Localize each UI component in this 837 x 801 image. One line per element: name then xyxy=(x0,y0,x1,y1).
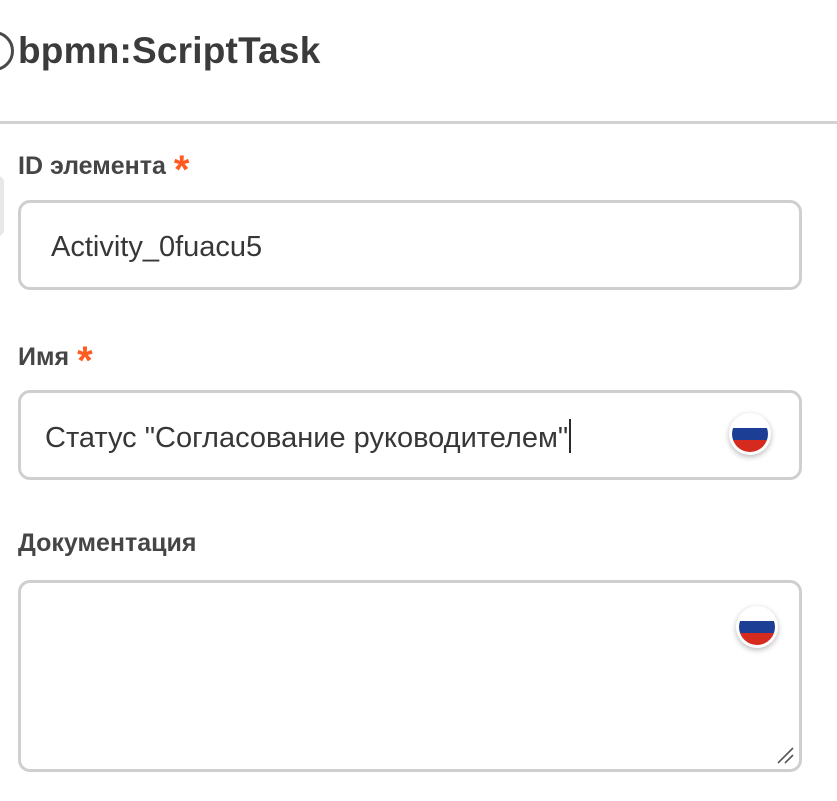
documentation-textarea[interactable] xyxy=(18,580,802,772)
resize-handle-icon[interactable] xyxy=(775,745,795,765)
documentation-language-button[interactable] xyxy=(736,606,778,648)
header-divider xyxy=(0,121,837,124)
name-label-text: Имя xyxy=(18,343,70,371)
documentation-label: Документация xyxy=(18,529,197,557)
name-value-text: Статус "Согласование руководителем" xyxy=(45,422,569,454)
panel-edge-tab xyxy=(0,176,4,236)
properties-header: bpmn:ScriptTask xyxy=(0,0,837,121)
name-language-button[interactable] xyxy=(729,413,771,455)
element-id-input[interactable]: Activity_0fuacu5 xyxy=(18,200,802,290)
russia-flag-icon xyxy=(732,416,768,452)
text-caret xyxy=(569,419,572,453)
name-label: Имя * xyxy=(18,337,93,381)
name-value: Статус "Согласование руководителем" xyxy=(45,419,572,455)
required-asterisk: * xyxy=(77,339,93,383)
task-type-icon xyxy=(0,31,14,71)
name-input[interactable]: Статус "Согласование руководителем" xyxy=(18,390,802,480)
element-id-value: Activity_0fuacu5 xyxy=(51,231,263,263)
element-id-label-text: ID элемента xyxy=(18,152,166,180)
russia-flag-icon xyxy=(739,609,775,645)
required-asterisk: * xyxy=(173,148,190,192)
element-id-label: ID элемента * xyxy=(18,146,189,190)
element-type-title: bpmn:ScriptTask xyxy=(18,30,321,71)
